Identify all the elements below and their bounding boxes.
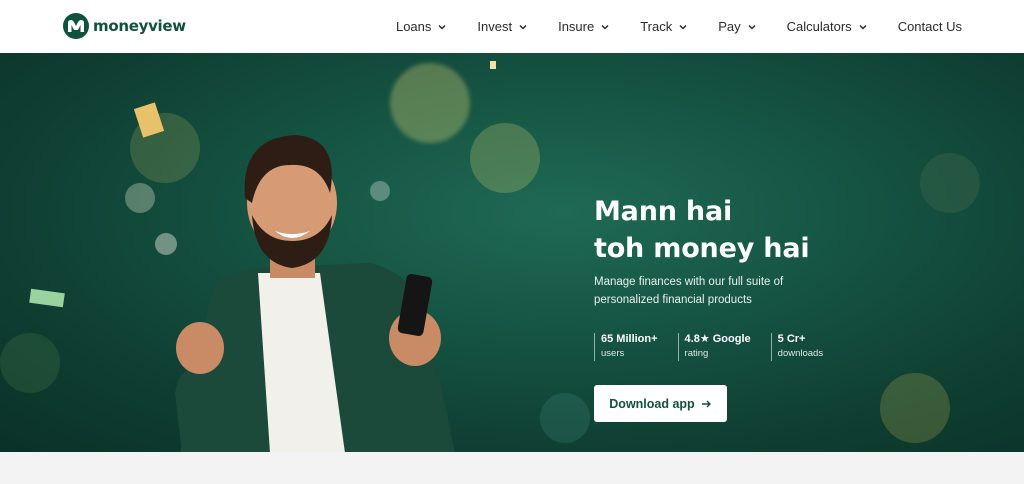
chevron-down-icon xyxy=(601,24,609,30)
nav-calculators[interactable]: Calculators xyxy=(787,19,868,34)
bokeh-light xyxy=(880,373,950,443)
bokeh-light xyxy=(0,333,60,393)
nav-label: Invest xyxy=(477,19,513,34)
headline-line-2: toh money hai xyxy=(594,233,810,264)
confetti-piece xyxy=(29,288,65,308)
bokeh-light xyxy=(470,123,540,193)
stat-value: 5 Cr+ xyxy=(777,333,806,345)
nav-label: Contact Us xyxy=(897,19,962,34)
stat-value: 65 Million+ xyxy=(601,333,658,345)
moneyview-logo-icon xyxy=(63,13,89,39)
nav-label: Track xyxy=(640,19,673,34)
stat-value: 4.8★ Google xyxy=(684,333,751,345)
stat-label: users xyxy=(601,348,625,359)
nav-insure[interactable]: Insure xyxy=(558,19,610,34)
bokeh-light xyxy=(920,153,980,213)
stat-rating: 4.8★ Google rating xyxy=(677,333,751,361)
download-app-label: Download app xyxy=(609,396,695,411)
confetti-piece xyxy=(490,61,496,69)
bokeh-light xyxy=(540,393,590,443)
hero-headline: Mann hai toh money hai xyxy=(594,193,810,267)
chevron-down-icon xyxy=(519,24,527,30)
stats-row: 65 Million+ users 4.8★ Google rating 5 C… xyxy=(594,333,843,361)
chevron-down-icon xyxy=(679,24,687,30)
download-app-button[interactable]: Download app xyxy=(594,385,727,422)
nav-contact-us[interactable]: Contact Us xyxy=(898,19,962,34)
hero-banner: Mann hai toh money hai Manage finances w… xyxy=(0,53,1024,452)
nav-invest[interactable]: Invest xyxy=(477,19,528,34)
brand-ambassador-image xyxy=(175,135,455,452)
stat-users: 65 Million+ users xyxy=(594,333,658,361)
nav-label: Loans xyxy=(395,19,432,34)
chevron-down-icon xyxy=(748,24,756,30)
page-section-below xyxy=(0,452,1024,484)
bokeh-light xyxy=(125,183,155,213)
stat-label: downloads xyxy=(777,348,824,359)
stat-label: rating xyxy=(684,348,709,359)
chevron-down-icon xyxy=(438,24,446,30)
nav-loans[interactable]: Loans xyxy=(396,19,447,34)
nav-label: Pay xyxy=(718,19,741,34)
nav-track[interactable]: Track xyxy=(640,19,688,34)
brand-name: moneyview xyxy=(93,17,186,35)
nav-label: Calculators xyxy=(786,19,852,34)
chevron-down-icon xyxy=(859,24,867,30)
nav-pay[interactable]: Pay xyxy=(718,19,756,34)
headline-line-1: Mann hai xyxy=(594,196,733,227)
nav-label: Insure xyxy=(558,19,595,34)
hero-subtitle: Manage finances with our full suite of p… xyxy=(594,276,784,306)
top-navbar: moneyview Loans Invest Insure Track Pay … xyxy=(0,0,1024,53)
arrow-right-icon xyxy=(701,400,711,407)
brand-logo[interactable]: moneyview xyxy=(63,13,186,39)
main-nav: Loans Invest Insure Track Pay Calculator… xyxy=(366,0,962,53)
stat-downloads: 5 Cr+ downloads xyxy=(770,333,824,361)
